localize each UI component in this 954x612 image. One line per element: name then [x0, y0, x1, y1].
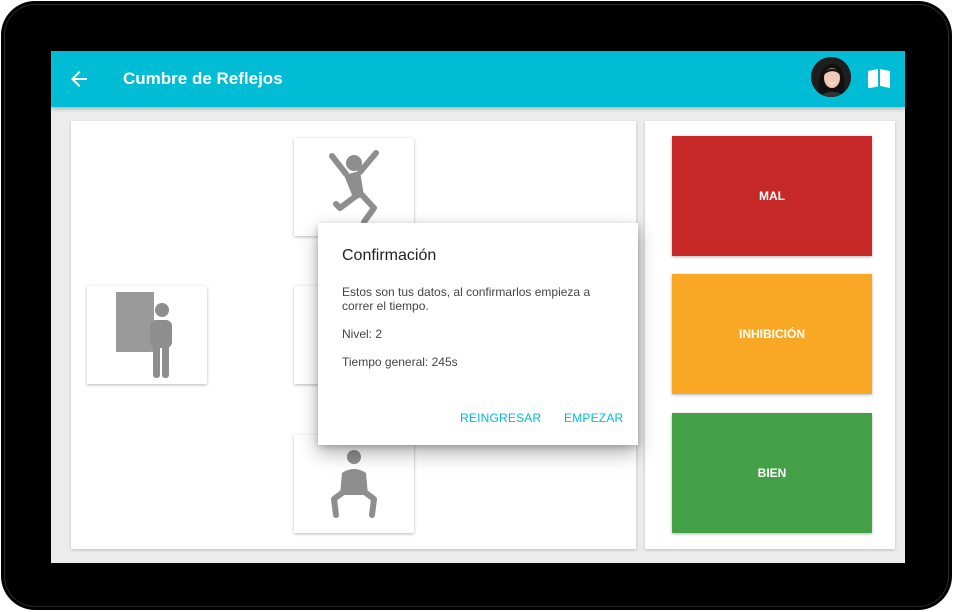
level-text: Nivel: 2 [342, 327, 383, 341]
dialog-message: Estos son tus datos, al confirmarlos emp… [342, 285, 591, 313]
bad-button[interactable]: MAL [672, 136, 872, 256]
user-avatar[interactable] [811, 57, 851, 97]
response-panel: MAL INHIBICIÓN BIEN [645, 121, 895, 549]
arrow-back-icon[interactable] [67, 67, 91, 91]
crouching-person-icon [331, 450, 377, 518]
app-bar: Cumbre de Reflejos [51, 51, 905, 107]
reenter-button[interactable]: REINGRESAR [460, 411, 541, 425]
dialog-title: Confirmación [342, 247, 437, 264]
tablet-frame: Cumbre de Reflejos Confirmación Estos so… [1, 1, 952, 610]
app-title: Cumbre de Reflejos [123, 69, 283, 88]
tile-bottom [294, 435, 414, 533]
confirmation-dialog: Confirmación Estos son tus datos, al con… [318, 223, 638, 445]
person-behind-door-icon [116, 292, 172, 378]
general-time-text: Tiempo general: 245s [342, 355, 458, 369]
open-book-icon[interactable] [867, 68, 891, 90]
start-button[interactable]: EMPEZAR [564, 411, 623, 425]
app-screen: Cumbre de Reflejos Confirmación Estos so… [51, 51, 905, 563]
good-button[interactable]: BIEN [672, 413, 872, 533]
dialog-content: Estos son tus datos, al confirmarlos emp… [342, 285, 614, 383]
tile-left [87, 286, 207, 384]
tile-top [294, 138, 414, 236]
jumping-person-icon [329, 150, 379, 225]
inhibition-button[interactable]: INHIBICIÓN [672, 274, 872, 394]
